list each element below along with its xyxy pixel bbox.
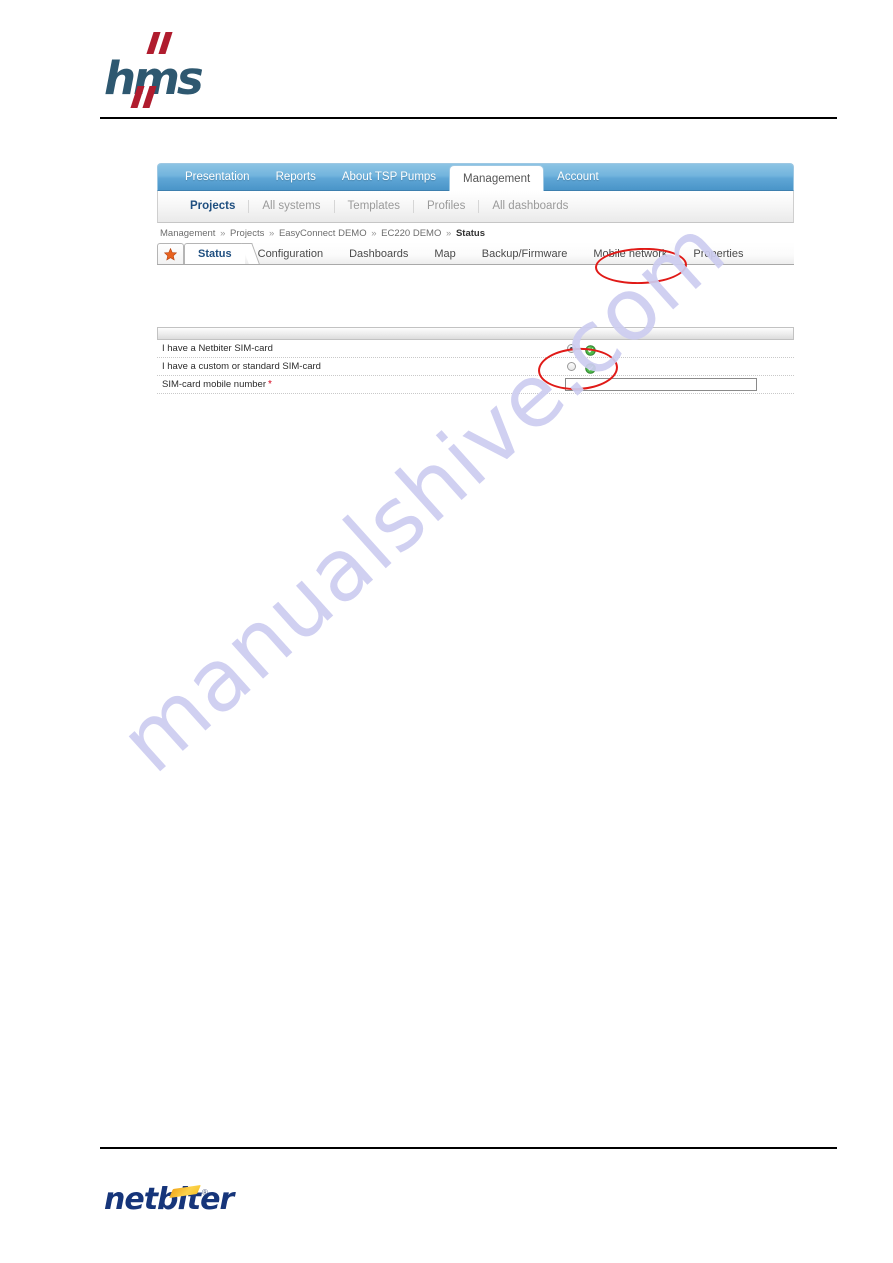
subnav-item-all-dashboards[interactable]: All dashboards <box>479 200 581 213</box>
netbiter-logo: netbiter ® <box>104 1185 234 1225</box>
hms-logo-slash-top-2 <box>158 32 173 54</box>
breadcrumb: Management » Projects » EasyConnect DEMO… <box>157 228 794 242</box>
hms-logo: hms <box>104 30 234 110</box>
nav-item-presentation[interactable]: Presentation <box>172 164 263 190</box>
mobile-network-form: I have a Netbiter SIM-card I have a cust… <box>157 327 794 394</box>
nav-item-account[interactable]: Account <box>544 164 612 190</box>
device-tab-backup-firmware[interactable]: Backup/Firmware <box>469 244 581 264</box>
breadcrumb-item-management[interactable]: Management <box>160 228 215 239</box>
subnav-item-templates[interactable]: Templates <box>335 200 414 213</box>
footer-divider <box>100 1147 837 1149</box>
device-tab-status[interactable]: Status <box>184 243 245 264</box>
help-green-icon[interactable] <box>585 361 596 374</box>
form-control-netbiter-simcard <box>567 343 596 356</box>
form-label-simcard-mobile-number: SIM-card mobile number * <box>157 379 562 390</box>
device-tab-map[interactable]: Map <box>421 244 468 264</box>
application-screenshot: Presentation Reports About TSP Pumps Man… <box>157 163 794 394</box>
form-control-custom-simcard <box>567 361 596 374</box>
favorite-tab[interactable] <box>157 243 184 264</box>
secondary-navigation-bar: Projects All systems Templates Profiles … <box>157 191 794 223</box>
device-tab-bar: Status Configuration Dashboards Map Back… <box>157 242 794 265</box>
breadcrumb-item-ec220-demo[interactable]: EC220 DEMO <box>381 228 441 239</box>
breadcrumb-separator: » <box>446 228 452 239</box>
breadcrumb-separator: » <box>269 228 275 239</box>
breadcrumb-current-status: Status <box>455 228 485 239</box>
help-green-icon[interactable] <box>585 343 596 356</box>
subnav-item-projects[interactable]: Projects <box>183 200 250 213</box>
radio-netbiter-simcard[interactable] <box>567 344 576 353</box>
breadcrumb-item-easyconnect-demo[interactable]: EasyConnect DEMO <box>279 228 367 239</box>
nav-item-reports[interactable]: Reports <box>263 164 329 190</box>
main-navigation-bar: Presentation Reports About TSP Pumps Man… <box>157 163 794 191</box>
netbiter-logo-wordmark: netbiter <box>104 1182 234 1217</box>
device-tab-properties[interactable]: Properties <box>680 244 756 264</box>
document-header: hms <box>0 0 893 125</box>
form-label-custom-simcard: I have a custom or standard SIM-card <box>162 361 321 372</box>
form-row-simcard-mobile-number: SIM-card mobile number * <box>157 376 794 394</box>
device-tab-configuration[interactable]: Configuration <box>245 244 336 264</box>
form-row-netbiter-simcard: I have a Netbiter SIM-card <box>157 340 794 358</box>
breadcrumb-item-projects[interactable]: Projects <box>230 228 264 239</box>
device-tab-dashboards[interactable]: Dashboards <box>336 244 421 264</box>
header-divider <box>100 117 837 119</box>
device-tab-mobile-network[interactable]: Mobile network <box>580 244 680 264</box>
subnav-item-all-systems[interactable]: All systems <box>249 200 335 213</box>
required-marker: * <box>268 379 272 390</box>
form-label-netbiter-simcard: I have a Netbiter SIM-card <box>162 343 273 354</box>
breadcrumb-separator: » <box>371 228 377 239</box>
nav-item-about-tsp-pumps[interactable]: About TSP Pumps <box>329 164 449 190</box>
form-row-custom-simcard: I have a custom or standard SIM-card <box>157 358 794 376</box>
simcard-mobile-number-input[interactable] <box>565 378 757 391</box>
form-label-text: SIM-card mobile number <box>162 379 267 390</box>
star-icon <box>163 247 178 261</box>
breadcrumb-separator: » <box>220 228 226 239</box>
radio-custom-simcard[interactable] <box>567 362 576 371</box>
form-section-header <box>157 327 794 340</box>
main-navigation-items: Presentation Reports About TSP Pumps Man… <box>158 164 793 191</box>
netbiter-logo-registered-mark: ® <box>202 1188 208 1197</box>
nav-item-management[interactable]: Management <box>449 165 545 191</box>
subnav-item-profiles[interactable]: Profiles <box>414 200 480 213</box>
